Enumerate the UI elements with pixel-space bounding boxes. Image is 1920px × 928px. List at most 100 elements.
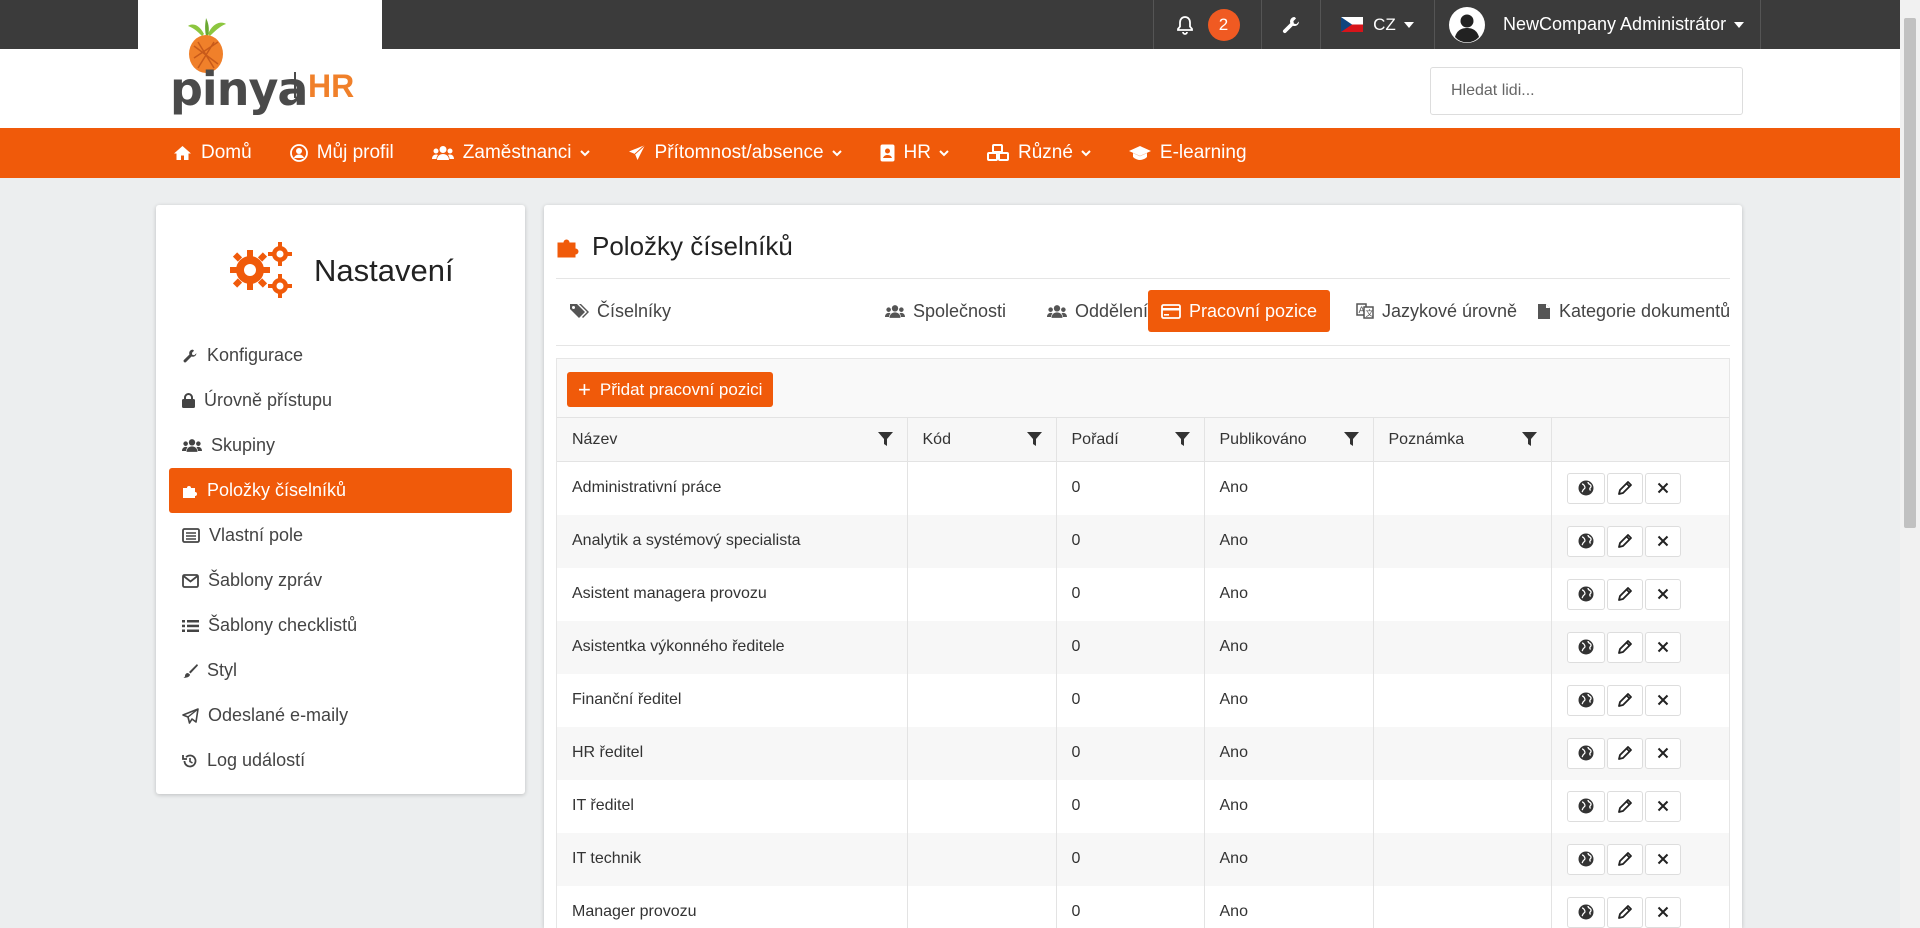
- sidebar-item-style[interactable]: Styl: [169, 648, 512, 693]
- sidebar-item-sent-emails[interactable]: Odeslané e-maily: [169, 693, 512, 738]
- cell-published: Ano: [1204, 779, 1374, 833]
- edit-button[interactable]: [1606, 472, 1643, 504]
- credit-card-icon: [1161, 303, 1181, 319]
- translate-button[interactable]: [1566, 684, 1605, 716]
- translate-button[interactable]: [1566, 737, 1605, 769]
- puzzle-icon: [557, 239, 579, 257]
- tab-companies[interactable]: Společnosti: [872, 290, 1019, 332]
- edit-button[interactable]: [1606, 631, 1643, 663]
- column-header-order[interactable]: Pořadí: [1056, 417, 1205, 462]
- pencil-icon: [1617, 640, 1632, 654]
- translate-button[interactable]: [1566, 790, 1605, 822]
- nav-item-e-learning[interactable]: E-learning: [1128, 142, 1247, 164]
- edit-button[interactable]: [1606, 737, 1643, 769]
- cell-code: [907, 885, 1057, 928]
- tab-codelists[interactable]: Číselníky: [556, 290, 684, 332]
- envelope-icon: [182, 573, 199, 588]
- edit-button[interactable]: [1606, 578, 1643, 610]
- sidebar-item-configuration[interactable]: Konfigurace: [169, 333, 512, 378]
- cell-order: 0: [1056, 514, 1205, 568]
- column-header-name[interactable]: Název: [557, 417, 908, 462]
- delete-button[interactable]: [1644, 896, 1681, 928]
- delete-button[interactable]: [1644, 578, 1681, 610]
- sidebar-item-access-levels[interactable]: Úrovně přístupu: [169, 378, 512, 423]
- nav-item-home[interactable]: Domů: [173, 142, 252, 164]
- column-header-label: Kód: [922, 430, 951, 448]
- nav-item-label: HR: [903, 142, 931, 163]
- tab-document-categories[interactable]: Kategorie dokumentů: [1524, 290, 1742, 332]
- column-header-note[interactable]: Poznámka: [1373, 417, 1552, 462]
- edit-button[interactable]: [1606, 790, 1643, 822]
- user-menu[interactable]: NewCompany Administrátor: [1434, 0, 1761, 49]
- pencil-icon: [1617, 587, 1632, 601]
- delete-button[interactable]: [1644, 631, 1681, 663]
- filter-icon[interactable]: [1343, 431, 1359, 447]
- edit-button[interactable]: [1606, 684, 1643, 716]
- sidebar-item-event-log[interactable]: Log událostí: [169, 738, 512, 783]
- filter-icon[interactable]: [1174, 431, 1190, 447]
- tags-icon: [570, 304, 589, 318]
- nav-item-employees[interactable]: Zaměstnanci: [431, 142, 590, 164]
- sidebar-item-checklist-templates[interactable]: Šablony checklistů: [169, 603, 512, 648]
- translate-button[interactable]: [1566, 896, 1605, 928]
- cell-name: Finanční ředitel: [557, 673, 908, 727]
- cell-name: Manager provozu: [557, 885, 908, 928]
- puzzle-icon: [183, 485, 197, 498]
- cell-order: 0: [1056, 885, 1205, 928]
- translate-button[interactable]: [1566, 578, 1605, 610]
- column-header-published[interactable]: Publikováno: [1204, 417, 1374, 462]
- nav-item-label: Domů: [201, 142, 252, 163]
- delete-button[interactable]: [1644, 843, 1681, 875]
- search-input[interactable]: [1430, 67, 1743, 115]
- filter-icon[interactable]: [1521, 431, 1537, 447]
- page-scrollbar[interactable]: [1900, 0, 1920, 928]
- cell-note: [1373, 779, 1552, 833]
- sidebar-item-label: Konfigurace: [207, 345, 304, 365]
- edit-button[interactable]: [1606, 843, 1643, 875]
- translate-button[interactable]: [1566, 525, 1605, 557]
- cell-order: 0: [1056, 620, 1205, 674]
- tab-language-levels[interactable]: A文 Jazykové úrovně: [1343, 290, 1530, 332]
- column-header-code[interactable]: Kód: [907, 417, 1057, 462]
- nav-item-attendance[interactable]: Přítomnost/absence: [628, 142, 842, 164]
- add-job-position-button[interactable]: + Přidat pracovní pozici: [567, 372, 774, 407]
- nav-item-hr[interactable]: HR: [880, 142, 949, 164]
- filter-icon[interactable]: [1026, 431, 1042, 447]
- cell-actions: [1551, 567, 1729, 621]
- logo-text: pinya: [170, 62, 308, 116]
- tab-label: Jazykové úrovně: [1382, 300, 1518, 321]
- close-icon: [1657, 800, 1668, 812]
- delete-button[interactable]: [1644, 684, 1681, 716]
- sidebar-item-groups[interactable]: Skupiny: [169, 423, 512, 468]
- history-icon: [182, 754, 197, 767]
- sidebar-item-message-templates[interactable]: Šablony zpráv: [169, 558, 512, 603]
- edit-button[interactable]: [1606, 896, 1643, 928]
- globe-icon: [1578, 586, 1593, 602]
- nav-item-my-profile[interactable]: Můj profil: [289, 142, 394, 164]
- cell-note: [1373, 514, 1552, 568]
- sidebar-item-custom-fields[interactable]: Vlastní pole: [169, 513, 512, 558]
- delete-button[interactable]: [1644, 737, 1681, 769]
- scrollbar-thumb[interactable]: [1904, 18, 1916, 528]
- tab-job-positions[interactable]: Pracovní pozice: [1148, 290, 1331, 332]
- pencil-icon: [1617, 693, 1632, 707]
- sidebar-item-codelist-items[interactable]: Položky číselníků: [169, 468, 512, 513]
- cell-name: Administrativní práce: [557, 461, 908, 515]
- translate-button[interactable]: [1566, 843, 1605, 875]
- edit-button[interactable]: [1606, 525, 1643, 557]
- tab-departments[interactable]: Oddělení: [1034, 290, 1161, 332]
- translate-button[interactable]: [1566, 631, 1605, 663]
- language-selector[interactable]: CZ: [1320, 0, 1434, 49]
- delete-button[interactable]: [1644, 472, 1681, 504]
- nav-item-misc[interactable]: Různé: [986, 142, 1091, 164]
- delete-button[interactable]: [1644, 525, 1681, 557]
- tabs: Číselníky Společnosti Oddělení Pracovní …: [556, 290, 1730, 332]
- main-content: Položky číselníků Číselníky Společnosti …: [544, 205, 1742, 928]
- logo[interactable]: pinya HR: [170, 18, 370, 116]
- notifications-button[interactable]: 2: [1153, 0, 1261, 49]
- delete-button[interactable]: [1644, 790, 1681, 822]
- translate-button[interactable]: [1566, 472, 1605, 504]
- table-row: Analytik a systémový specialista 0 Ano: [557, 514, 1729, 568]
- filter-icon[interactable]: [877, 431, 893, 447]
- tools-button[interactable]: [1261, 0, 1320, 49]
